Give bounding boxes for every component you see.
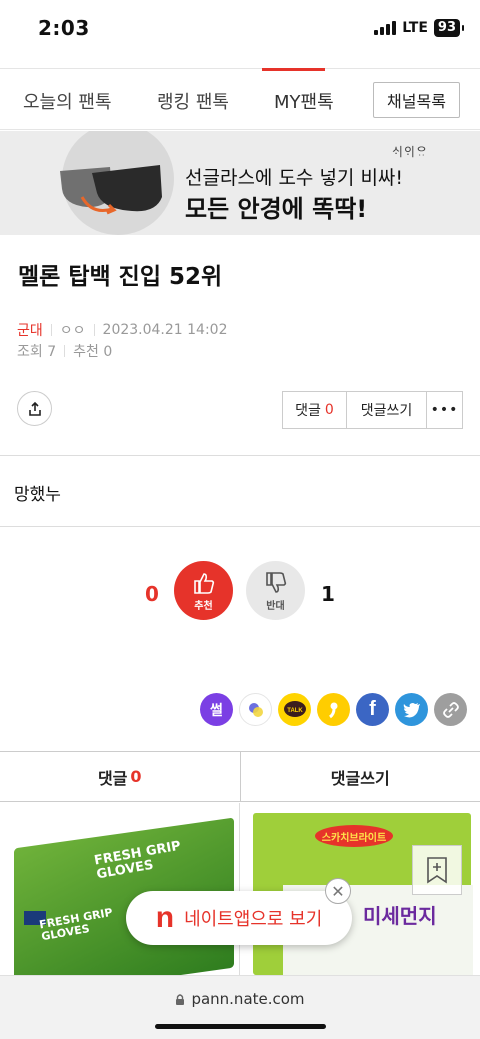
link-icon	[442, 701, 459, 718]
divider	[0, 526, 480, 527]
comments-tab-label: 댓글	[97, 768, 128, 788]
recommend-button[interactable]: 추천	[174, 561, 233, 620]
network-label: LTE	[402, 20, 428, 36]
post-meta-author: 군대 ㅇㅇ 2023.04.21 14:02	[17, 320, 228, 340]
thumbs-up-icon	[193, 572, 214, 594]
band-share-button[interactable]	[239, 693, 272, 726]
ssul-share-button[interactable]: 썰	[200, 693, 233, 726]
active-tab-indicator	[262, 68, 325, 71]
post-body: 망했누	[14, 485, 61, 505]
talk-text: TALK	[287, 708, 303, 714]
tab-ranking-pantalk[interactable]: 랭킹 팬톡	[157, 88, 229, 114]
post-title: 멜론 탑백 진입 52위	[18, 264, 223, 290]
oppose-label: 반대	[266, 600, 285, 612]
write-comment-button[interactable]: 댓글쓰기	[347, 392, 427, 428]
share-icon	[28, 401, 41, 416]
bookmark-button[interactable]	[412, 845, 462, 895]
tab-my-pantalk[interactable]: MY팬톡	[274, 88, 334, 114]
comments-tab[interactable]: 댓글 0	[0, 752, 241, 801]
post-category[interactable]: 군대	[17, 320, 43, 340]
lock-icon	[176, 993, 185, 1005]
sns-share-bar: 썰 TALK f	[200, 693, 467, 726]
recommend-label: 추천	[194, 600, 213, 612]
write-comment-tab[interactable]: 댓글쓰기	[241, 752, 480, 801]
comments-tab-count: 0	[130, 767, 142, 786]
scotch-brite-badge: 스카치브라이트	[315, 825, 393, 847]
signal-icon	[374, 21, 397, 35]
twitter-icon	[403, 702, 420, 717]
status-bar: 2:03 LTE 93	[0, 0, 480, 58]
twitter-share-button[interactable]	[395, 693, 428, 726]
product-ad-grid: FRESH GRIP GLOVES FRESH GRIP GLOVES 스카치브…	[0, 803, 480, 975]
comment-count: 0	[324, 402, 334, 418]
post-meta-stats: 조회 7 추천 0	[17, 341, 112, 361]
close-app-banner-button[interactable]: ✕	[325, 878, 351, 904]
dust-mop-title: 미세먼지	[363, 904, 437, 928]
url-text: pann.nate.com	[191, 990, 305, 1008]
oppose-button[interactable]: 반대	[246, 561, 305, 620]
divider	[0, 455, 480, 456]
open-in-app-label: 네이트앱으로 보기	[184, 909, 323, 930]
kakaotalk-icon: TALK	[283, 700, 306, 717]
top-nav-tabs: 오늘의 팬톡 랭킹 팬톡 MY팬톡 채널목록	[0, 68, 480, 130]
post-date: 2023.04.21 14:02	[102, 322, 228, 338]
comment-bar: 댓글 0 댓글쓰기	[0, 751, 480, 802]
meta-separator	[93, 324, 95, 336]
ad-brand-logo: ᄉᆡᄋᆡᄋᆢ	[391, 145, 428, 159]
open-in-app-banner[interactable]: n 네이트앱으로 보기	[126, 891, 352, 945]
kakaostory-icon	[328, 702, 337, 718]
tab-today-pantalk[interactable]: 오늘의 팬톡	[23, 88, 112, 114]
facebook-share-button[interactable]: f	[356, 693, 389, 726]
url-display[interactable]: pann.nate.com	[0, 990, 480, 1008]
browser-url-bar[interactable]: pann.nate.com	[0, 975, 480, 1039]
thumbs-down-icon	[265, 571, 286, 593]
bookmark-add-icon	[427, 857, 447, 884]
ad-banner[interactable]: ᄉᆡᄋᆡᄋᆢ 선글라스에 도수 넣기 비싸! 모든 안경에 똑딱!	[0, 131, 480, 235]
post-views: 조회 7	[17, 344, 57, 360]
home-indicator	[155, 1024, 326, 1029]
post-recommends: 추천 0	[73, 344, 113, 360]
status-time: 2:03	[38, 16, 90, 40]
band-icon	[248, 702, 263, 717]
recommend-count: 0	[145, 582, 159, 606]
post-author: ㅇㅇ	[59, 323, 86, 339]
share-button[interactable]	[17, 391, 52, 426]
kakaostory-share-button[interactable]	[317, 693, 350, 726]
channel-list-button[interactable]: 채널목록	[373, 82, 460, 118]
comment-label: 댓글	[295, 403, 321, 419]
sunglasses-icon	[60, 165, 162, 215]
battery-icon: 93	[433, 19, 465, 37]
meta-separator	[64, 345, 66, 357]
oppose-count: 1	[321, 582, 335, 606]
kakaotalk-share-button[interactable]: TALK	[278, 693, 311, 726]
product-card-gloves[interactable]: FRESH GRIP GLOVES FRESH GRIP GLOVES	[0, 803, 240, 975]
comment-count-button[interactable]: 댓글 0	[283, 392, 347, 428]
copy-link-button[interactable]	[434, 693, 467, 726]
close-icon: ✕	[331, 881, 345, 901]
ad-subheadline: 모든 안경에 똑딱!	[185, 195, 368, 223]
post-action-group: 댓글 0 댓글쓰기 •••	[282, 391, 463, 429]
nate-logo: n	[155, 901, 175, 934]
meta-separator	[50, 324, 52, 336]
more-options-button[interactable]: •••	[427, 392, 462, 428]
status-indicators: LTE 93	[374, 19, 465, 37]
ad-headline: 선글라스에 도수 넣기 비싸!	[185, 167, 404, 189]
